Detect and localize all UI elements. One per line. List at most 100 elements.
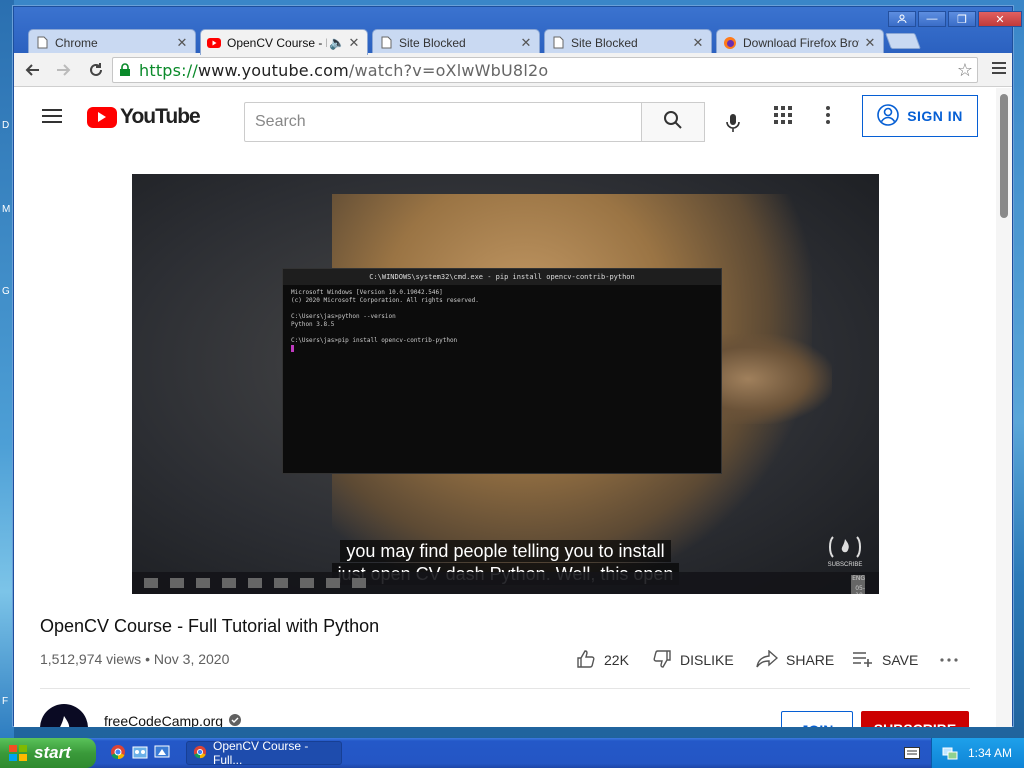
new-tab-button[interactable]: [885, 33, 921, 49]
share-icon: [756, 648, 786, 671]
tab-download-firefox[interactable]: Download Firefox Brows ✕: [716, 29, 884, 55]
windows-taskbar: start OpenCV Course - Full... 1:34 AM: [0, 738, 1024, 768]
channel-avatar[interactable]: [40, 704, 88, 727]
search-input[interactable]: Search: [244, 102, 642, 142]
tab-chrome[interactable]: Chrome ✕: [28, 29, 196, 55]
scrollbar-thumb[interactable]: [1000, 94, 1008, 218]
taskbar-window-title: OpenCV Course - Full...: [213, 739, 309, 767]
sign-in-label: SIGN IN: [907, 108, 963, 124]
browser-window: Chrome ✕ OpenCV Course - Ful 🔈 ✕ Site Bl…: [13, 6, 1022, 727]
tab-close-icon[interactable]: ✕: [175, 35, 189, 51]
playlist-add-icon: [852, 651, 882, 670]
join-button[interactable]: JOIN: [781, 711, 853, 727]
explorer-quicklaunch-icon[interactable]: [132, 744, 148, 760]
url-text: https://www.youtube.com/watch?v=oXlwWbU8…: [139, 60, 549, 80]
tab-site-blocked[interactable]: Site Blocked ✕: [372, 29, 540, 55]
youtube-page: YouTube Search SIGN IN C:\WINDOWS\system…: [14, 88, 998, 727]
youtube-play-icon: [87, 106, 117, 128]
audio-icon[interactable]: 🔈: [329, 35, 345, 51]
channel-name-text: freeCodeCamp.org: [104, 713, 224, 727]
mic-icon[interactable]: [716, 106, 750, 140]
search-icon: [663, 110, 683, 135]
back-button[interactable]: [18, 56, 46, 84]
minimize-button[interactable]: —: [918, 11, 946, 27]
desktop-icon-label: M: [2, 204, 11, 215]
cmd-cursor: [291, 345, 294, 352]
system-tray: 1:34 AM: [931, 738, 1024, 768]
cmd-window-in-video: C:\WINDOWS\system32\cmd.exe - pip instal…: [282, 268, 722, 474]
save-button[interactable]: SAVE: [852, 648, 918, 672]
tab-title: Site Blocked: [571, 35, 638, 50]
subscribe-button[interactable]: SUBSCRIBE: [861, 711, 969, 727]
page-icon: [35, 36, 49, 50]
chrome-quicklaunch-icon[interactable]: [110, 744, 126, 760]
tab-site-blocked[interactable]: Site Blocked ✕: [544, 29, 712, 55]
share-button[interactable]: SHARE: [756, 648, 834, 672]
video-meta: 1,512,974 views • Nov 3, 2020: [40, 651, 230, 667]
like-count: 22K: [604, 652, 629, 668]
account-icon: [877, 103, 907, 129]
channel-name[interactable]: freeCodeCamp.org: [104, 713, 242, 727]
tab-close-icon[interactable]: ✕: [691, 35, 705, 51]
video-title: OpenCV Course - Full Tutorial with Pytho…: [40, 616, 380, 636]
lock-icon: [119, 63, 133, 77]
tab-close-icon[interactable]: ✕: [519, 35, 533, 51]
video-player[interactable]: C:\WINDOWS\system32\cmd.exe - pip instal…: [132, 174, 879, 594]
tab-opencv-course[interactable]: OpenCV Course - Ful 🔈 ✕: [200, 29, 368, 55]
maximize-button[interactable]: ❐: [948, 11, 976, 27]
youtube-logo[interactable]: YouTube: [87, 105, 201, 129]
chrome-icon: [193, 745, 207, 762]
close-button[interactable]: ✕: [978, 11, 1022, 27]
desktop-background: D M G F: [0, 0, 14, 740]
address-bar[interactable]: https://www.youtube.com/watch?v=oXlwWbU8…: [112, 57, 978, 83]
bookmark-star-icon[interactable]: ☆: [957, 60, 973, 81]
start-button[interactable]: start: [0, 738, 96, 768]
dislike-label: DISLIKE: [680, 652, 734, 668]
video-windows-taskbar: ENG05-10-2020: [132, 572, 879, 594]
taskbar-window-opencv[interactable]: OpenCV Course - Full...: [186, 739, 342, 767]
divider: [40, 688, 970, 689]
upload-date: Nov 3, 2020: [153, 651, 230, 667]
apps-grid-icon[interactable]: [774, 106, 798, 130]
more-vert-icon[interactable]: [826, 106, 838, 130]
tab-strip: Chrome ✕ OpenCV Course - Ful 🔈 ✕ Site Bl…: [14, 7, 1022, 55]
video-windows-tray: ENG05-10-2020: [839, 575, 865, 594]
reload-button[interactable]: [82, 56, 110, 84]
cmd-window-text: Microsoft Windows [Version 10.0.19042.54…: [283, 285, 721, 359]
page-scrollbar[interactable]: [996, 88, 1012, 727]
save-label: SAVE: [882, 652, 919, 668]
youtube-wordmark: YouTube: [120, 105, 201, 128]
menu-icon[interactable]: [992, 61, 1006, 80]
keyboard-icon[interactable]: [904, 746, 920, 759]
window-controls: — ❐ ✕: [886, 11, 1022, 27]
network-icon[interactable]: [942, 744, 958, 763]
sign-in-button[interactable]: SIGN IN: [862, 95, 978, 137]
youtube-icon: [207, 36, 221, 50]
caption-line-1: you may find people telling you to insta…: [132, 540, 879, 563]
cmd-window-title: C:\WINDOWS\system32\cmd.exe - pip instal…: [283, 269, 721, 285]
firefox-icon: [723, 36, 737, 50]
windows-flag-icon: [8, 744, 28, 762]
desktop-icon-label: D: [2, 120, 10, 131]
clock[interactable]: 1:34 AM: [968, 746, 1012, 760]
more-actions-icon[interactable]: [940, 648, 966, 672]
forward-button[interactable]: [50, 56, 78, 84]
tab-close-icon[interactable]: ✕: [347, 35, 361, 51]
tab-title: OpenCV Course - Ful: [227, 35, 327, 50]
dislike-button[interactable]: DISLIKE: [652, 648, 734, 672]
thumbs-down-icon: [652, 649, 680, 672]
tab-close-icon[interactable]: ✕: [863, 35, 877, 51]
tab-title: Chrome: [55, 35, 98, 50]
hamburger-menu-icon[interactable]: [42, 108, 62, 129]
tab-title: Download Firefox Brows: [743, 35, 859, 50]
page-icon: [379, 36, 393, 50]
user-icon[interactable]: [888, 11, 916, 27]
desktop-icon-label: G: [2, 286, 10, 297]
like-button[interactable]: 22K: [576, 648, 629, 672]
thumbs-up-icon: [576, 649, 604, 672]
search-button[interactable]: [641, 102, 705, 142]
verified-badge-icon: [229, 713, 242, 727]
desktop-quicklaunch-icon[interactable]: [154, 744, 170, 760]
browser-toolbar: https://www.youtube.com/watch?v=oXlwWbU8…: [14, 53, 1012, 87]
page-icon: [551, 36, 565, 50]
